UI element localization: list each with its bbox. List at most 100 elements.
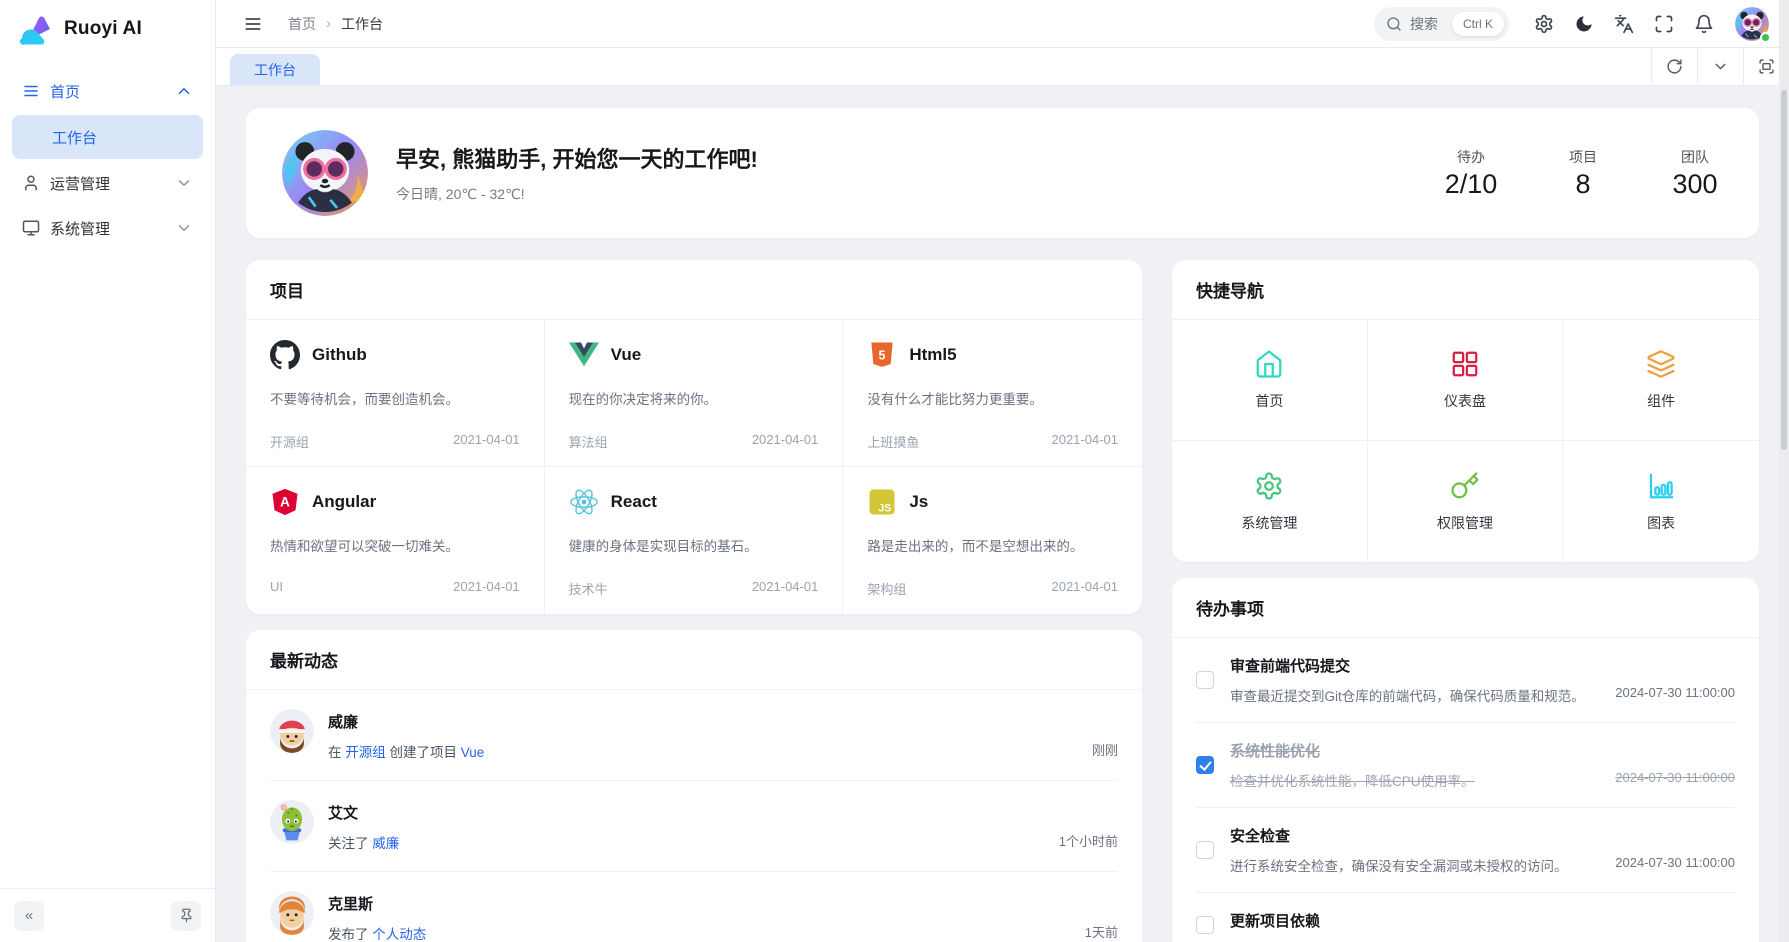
user-icon [22,174,40,192]
refresh-icon[interactable] [1651,47,1697,85]
chevron-up-icon [175,82,193,100]
chevron-down-icon[interactable] [1697,47,1743,85]
project-card-js[interactable]: JS Js 路是走出来的，而不是空想出来的。 架构组2021-04-01 [843,467,1142,614]
sidebar-item-system[interactable]: 系统管理 [12,207,203,249]
hamburger-icon[interactable] [236,7,270,41]
languages-icon[interactable] [1607,7,1641,41]
dashboard-icon [1450,349,1480,379]
angular-icon: A [270,487,300,517]
todos-title: 待办事项 [1172,578,1759,638]
bar-chart-icon [1646,471,1676,501]
logo[interactable]: Ruoyi AI [0,0,215,58]
news-link[interactable]: Vue [461,745,485,760]
quick-nav-system[interactable]: 系统管理 [1172,441,1368,562]
breadcrumb: 首页 › 工作台 [288,14,383,34]
content: 早安, 熊猫助手, 开始您一天的工作吧! 今日晴, 20℃ - 32℃! 待办 … [216,86,1789,942]
gear-icon [1254,471,1284,501]
todo-title: 审查前端代码提交 [1230,655,1735,676]
vue-icon [569,340,599,370]
project-card-github[interactable]: Github 不要等待机会，而要创造机会。 开源组2021-04-01 [246,320,545,467]
stat-projects: 项目 8 [1555,147,1611,200]
news-link[interactable]: 开源组 [345,745,386,760]
todo-desc: 审查最近提交到Git仓库的前端代码，确保代码质量和规范。 [1230,685,1585,705]
breadcrumb-separator: › [326,15,331,32]
github-icon [270,340,300,370]
react-icon [569,487,599,517]
sidebar-footer: « [0,888,215,942]
monitor-icon [22,219,40,237]
quick-nav-charts[interactable]: 图表 [1563,441,1759,562]
search-placeholder: 搜索 [1410,14,1438,34]
key-icon [1450,471,1480,501]
quick-nav-components[interactable]: 组件 [1563,320,1759,441]
todo-date: 2024-07-30 11:00:00 [1615,685,1735,705]
todos-card: 待办事项 审查前端代码提交 审查最近提交到Git仓库的前端代码，确保代码质量和规… [1172,578,1759,942]
news-link[interactable]: 个人动态 [372,927,426,942]
welcome-stats: 待办 2/10 项目 8 团队 300 [1443,147,1723,200]
search-icon [1386,16,1402,32]
collapse-sidebar-button[interactable]: « [14,901,44,931]
projects-card: 项目 Github 不要等待机会，而要创造机会。 开源组2021-04-01 [246,260,1142,614]
home-icon [1254,349,1284,379]
quick-nav-home[interactable]: 首页 [1172,320,1368,441]
todo-checkbox[interactable] [1196,841,1214,859]
breadcrumb-current[interactable]: 工作台 [341,14,383,34]
logo-icon [18,11,54,47]
project-card-html5[interactable]: 5 Html5 没有什么才能比努力更重要。 上班摸鱼2021-04-01 [843,320,1142,467]
project-card-angular[interactable]: A Angular 热情和欲望可以突破一切难关。 UI2021-04-01 [246,467,545,614]
sidebar: Ruoyi AI 首页 工作台 运营管理 [0,0,216,942]
quick-nav-permissions[interactable]: 权限管理 [1368,441,1564,562]
scrollbar[interactable] [1779,0,1789,942]
svg-text:A: A [280,494,290,509]
project-card-vue[interactable]: Vue 现在的你决定将来的你。 算法组2021-04-01 [545,320,844,467]
news-user-name: 克里斯 [328,893,426,914]
sidebar-item-operations[interactable]: 运营管理 [12,162,203,204]
quick-nav-card: 快捷导航 首页 [1172,260,1759,562]
tab-workbench[interactable]: 工作台 [230,54,320,85]
chevron-down-icon [175,174,193,192]
projects-title: 项目 [246,260,1142,320]
scrollbar-thumb[interactable] [1781,90,1787,450]
todo-title: 系统性能优化 [1230,740,1735,761]
layers-icon [1646,349,1676,379]
sidebar-item-workbench[interactable]: 工作台 [12,115,203,159]
news-card: 最新动态 威廉 在 开源组 创建了项目 Vue 刚刚 [246,630,1142,942]
sidebar-item-label: 系统管理 [50,218,110,239]
quick-nav-dashboard[interactable]: 仪表盘 [1368,320,1564,441]
todo-date: 2024-07-30 11:00:00 [1615,770,1735,790]
bell-icon[interactable] [1687,7,1721,41]
news-user-name: 艾文 [328,802,399,823]
sidebar-item-home[interactable]: 首页 [12,70,203,112]
pin-icon[interactable] [171,901,201,931]
fullscreen-icon[interactable] [1647,7,1681,41]
tabbar: 工作台 [216,48,1789,86]
js-icon: JS [867,487,897,517]
news-item: 艾文 关注了 威廉 1个小时前 [270,780,1118,871]
todo-title: 安全检查 [1230,825,1735,846]
quick-nav-title: 快捷导航 [1172,260,1759,320]
svg-text:5: 5 [879,348,886,362]
chris-avatar [270,891,314,935]
news-item: 威廉 在 开源组 创建了项目 Vue 刚刚 [270,690,1118,780]
main-area: 首页 › 工作台 搜索 Ctrl K [216,0,1789,942]
moon-icon[interactable] [1567,7,1601,41]
menu-icon [22,82,40,100]
todo-checkbox-checked[interactable] [1196,756,1214,774]
sidebar-menu: 首页 工作台 运营管理 系统管理 [0,58,215,888]
user-avatar[interactable] [1735,7,1769,41]
news-link[interactable]: 威廉 [372,836,399,851]
sidebar-item-label: 首页 [50,81,80,102]
html5-icon: 5 [867,340,897,370]
breadcrumb-home[interactable]: 首页 [288,14,316,34]
sidebar-item-label: 工作台 [52,127,97,148]
news-time: 1天前 [1085,922,1118,942]
project-card-react[interactable]: React 健康的身体是实现目标的基石。 技术牛2021-04-01 [545,467,844,614]
sidebar-item-label: 运营管理 [50,173,110,194]
todo-item: 安全检查 进行系统安全检查，确保没有安全漏洞或未授权的访问。2024-07-30… [1196,807,1735,892]
todo-checkbox[interactable] [1196,671,1214,689]
settings-icon[interactable] [1527,7,1561,41]
todo-checkbox[interactable] [1196,916,1214,934]
stat-team: 团队 300 [1667,147,1723,200]
search-input[interactable]: 搜索 Ctrl K [1374,7,1509,41]
news-time: 刚刚 [1092,740,1118,761]
